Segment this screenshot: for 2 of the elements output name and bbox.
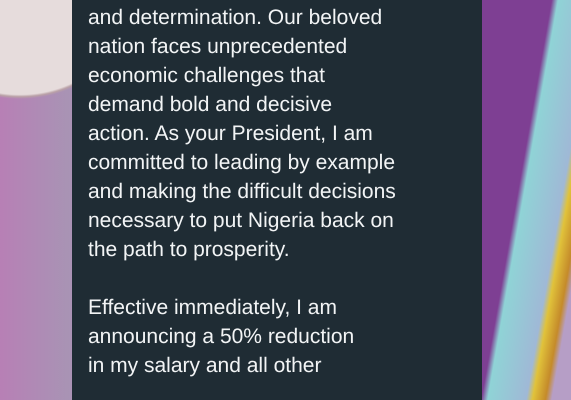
- message-text: and determination. Our beloved nation faces unprecedented economic challenges that demand bold and decisive action. As your President, I am committed to leading by example and making the difficult decisions necessary to put Nigeria back on the path to prosperity.: [88, 5, 397, 263]
- message-text: Effective immediately, I am announcing a 50% reduction in my salary and all other: [88, 295, 356, 379]
